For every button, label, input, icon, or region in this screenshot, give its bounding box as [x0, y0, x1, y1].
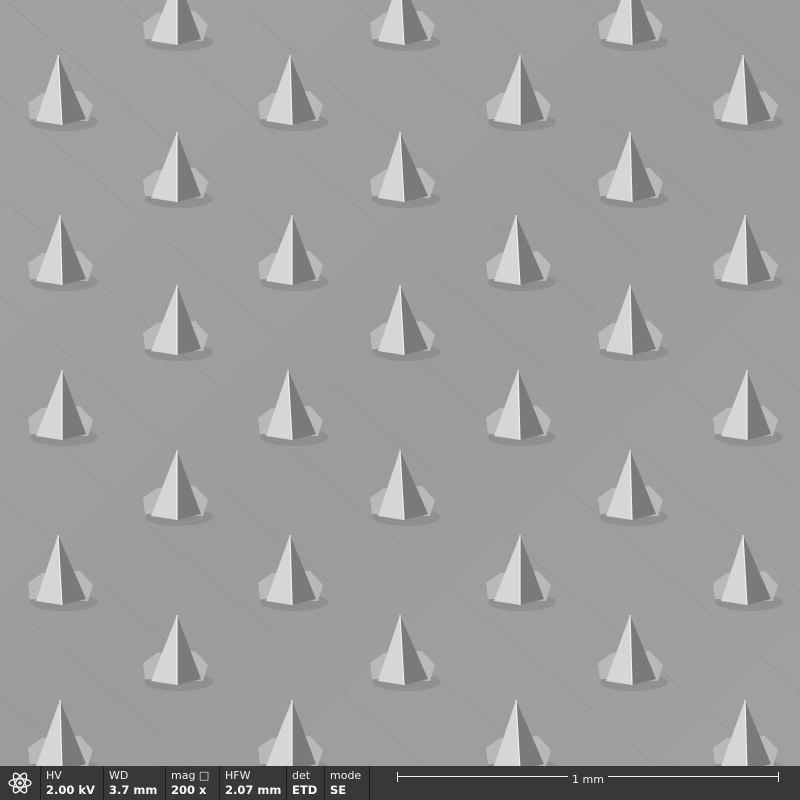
- hv-label: HV: [46, 768, 62, 782]
- hfw-value: 2.07 mm: [225, 782, 282, 797]
- wd-label: WD: [109, 768, 129, 782]
- det-field: det ETD: [287, 766, 325, 800]
- det-label: det: [292, 768, 311, 782]
- hv-value: 2.00 kV: [46, 782, 95, 797]
- wd-field: WD 3.7 mm: [104, 766, 166, 800]
- sem-micrograph: HV 2.00 kV WD 3.7 mm mag □ 200 x HFW 2.0…: [0, 0, 800, 800]
- sem-info-bar: HV 2.00 kV WD 3.7 mm mag □ 200 x HFW 2.0…: [0, 766, 800, 800]
- det-value: ETD: [292, 782, 318, 797]
- mag-field: mag □ 200 x: [166, 766, 220, 800]
- wd-value: 3.7 mm: [109, 782, 158, 797]
- mag-label: mag □: [171, 768, 210, 782]
- atom-icon: [0, 766, 41, 800]
- mag-value: 200 x: [171, 782, 207, 797]
- hfw-label: HFW: [225, 768, 251, 782]
- scale-bar: 1 mm: [397, 772, 779, 786]
- mode-label: mode: [330, 768, 362, 782]
- mode-field: mode SE: [325, 766, 370, 800]
- mode-value: SE: [330, 782, 347, 797]
- hv-field: HV 2.00 kV: [41, 766, 104, 800]
- microneedle-array-image: [0, 0, 800, 766]
- scale-bar-label: 1 mm: [568, 773, 608, 786]
- hfw-field: HFW 2.07 mm: [220, 766, 287, 800]
